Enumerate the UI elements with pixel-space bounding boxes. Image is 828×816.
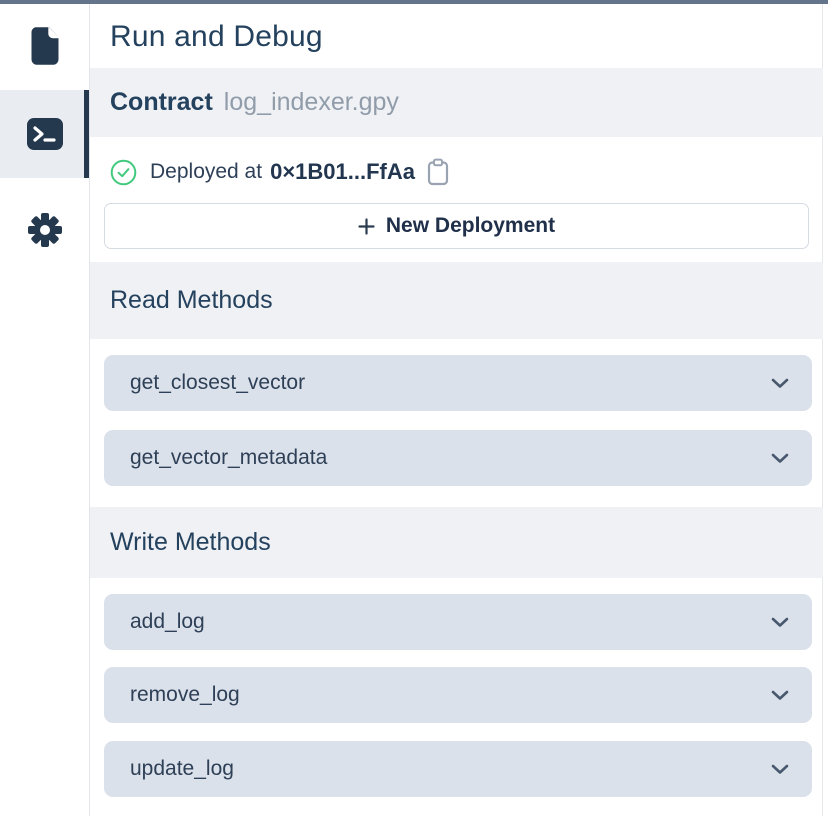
chevron-down-icon (771, 764, 789, 775)
read-methods-title: Read Methods (110, 286, 273, 315)
new-deployment-button[interactable]: New Deployment (104, 203, 809, 249)
contract-filename: log_indexer.gpy (224, 88, 399, 117)
sidebar-item-run-debug[interactable] (0, 90, 89, 178)
contract-header: Contract log_indexer.gpy (90, 68, 823, 137)
method-label: add_log (130, 610, 205, 634)
run-and-debug-panel: Run and Debug Contract log_indexer.gpy D… (90, 4, 823, 816)
method-row-get-closest-vector[interactable]: get_closest_vector (104, 355, 812, 411)
deployed-at-label: Deployed at (150, 160, 262, 184)
new-deployment-label: New Deployment (386, 214, 555, 238)
section-header-read-methods: Read Methods (90, 262, 823, 339)
section-header-write-methods: Write Methods (90, 507, 823, 578)
chevron-down-icon (771, 453, 789, 464)
method-row-get-vector-metadata[interactable]: get_vector_metadata (104, 430, 812, 486)
activity-bar (0, 4, 90, 816)
check-circle-icon (110, 159, 137, 186)
method-label: update_log (130, 757, 234, 781)
method-label: remove_log (130, 683, 240, 707)
terminal-icon (26, 117, 64, 151)
sidebar-item-files[interactable] (0, 18, 89, 74)
method-row-remove-log[interactable]: remove_log (104, 667, 812, 723)
contract-address: 0×1B01...FfAa (270, 159, 415, 185)
chevron-down-icon (771, 690, 789, 701)
plus-icon (358, 218, 375, 235)
deployment-status-row: Deployed at 0×1B01...FfAa (110, 152, 450, 192)
sidebar-item-settings[interactable] (0, 202, 89, 258)
page-title: Run and Debug (110, 14, 323, 60)
clipboard-copy-icon[interactable] (426, 158, 450, 186)
active-item-accent-bar (84, 90, 89, 178)
gear-icon (26, 211, 64, 249)
method-row-add-log[interactable]: add_log (104, 594, 812, 650)
method-row-update-log[interactable]: update_log (104, 741, 812, 797)
write-methods-title: Write Methods (110, 528, 271, 557)
chevron-down-icon (771, 378, 789, 389)
method-label: get_closest_vector (130, 371, 305, 395)
method-label: get_vector_metadata (130, 446, 327, 470)
file-icon (27, 25, 63, 67)
contract-label: Contract (110, 88, 213, 117)
chevron-down-icon (771, 617, 789, 628)
